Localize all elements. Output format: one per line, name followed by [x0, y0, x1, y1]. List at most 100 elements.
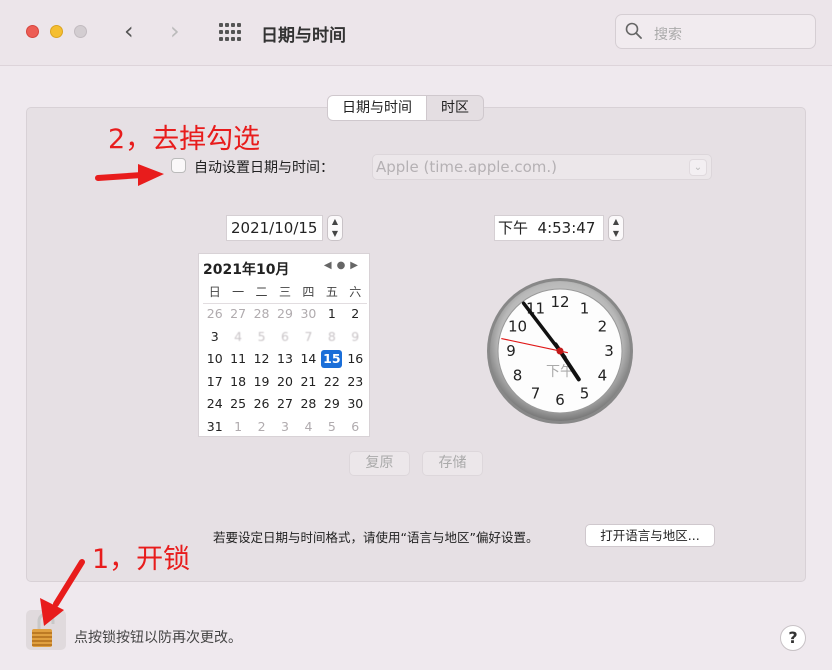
- arrow-right-icon: [95, 164, 164, 186]
- clock-number: 2: [598, 318, 608, 336]
- calendar-day[interactable]: 14: [297, 349, 320, 372]
- search-field[interactable]: 搜索: [615, 14, 816, 49]
- calendar-day[interactable]: 5: [250, 327, 273, 350]
- clock-number: 10: [508, 318, 527, 336]
- calendar-weekday: 二: [255, 285, 268, 299]
- save-button[interactable]: 存储: [422, 451, 483, 476]
- arrow-down-left-icon: [40, 559, 85, 626]
- calendar-day[interactable]: 16: [344, 349, 367, 372]
- calendar-day[interactable]: 31: [203, 417, 226, 440]
- calendar-day[interactable]: 5: [320, 417, 343, 440]
- calendar-day[interactable]: 6: [344, 417, 367, 440]
- calendar: 2021年10月 ◀●▶ 日一二三四五六 26 27 28 29 30 1 2 3 4 5 6 7 8 9…: [198, 253, 370, 437]
- calendar-day[interactable]: 27: [226, 304, 249, 327]
- calendar-day[interactable]: 30: [344, 394, 367, 417]
- calendar-day[interactable]: 3: [203, 327, 226, 350]
- calendar-weekday: 五: [325, 285, 338, 299]
- calendar-day[interactable]: 2: [250, 417, 273, 440]
- forward-button[interactable]: ›: [170, 18, 180, 44]
- calendar-month-header: 2021年10月: [203, 262, 290, 278]
- calendar-day[interactable]: 25: [226, 394, 249, 417]
- calendar-day[interactable]: 19: [250, 372, 273, 395]
- time-stepper[interactable]: ▲ ▼: [608, 215, 624, 241]
- help-button[interactable]: ?: [780, 625, 806, 651]
- calendar-day[interactable]: 23: [344, 372, 367, 395]
- calendar-day[interactable]: 20: [273, 372, 296, 395]
- calendar-day[interactable]: 13: [273, 349, 296, 372]
- clock-number: 6: [555, 391, 565, 409]
- calendar-day[interactable]: 18: [226, 372, 249, 395]
- calendar-day[interactable]: 8: [320, 327, 343, 350]
- clock-number: 5: [580, 384, 590, 402]
- calendar-day[interactable]: 21: [297, 372, 320, 395]
- calendar-day[interactable]: 28: [297, 394, 320, 417]
- calendar-day[interactable]: 2: [344, 304, 367, 327]
- minimize-window-button[interactable]: [50, 25, 63, 38]
- calendar-day[interactable]: 29: [320, 394, 343, 417]
- calendar-weekday: 四: [302, 285, 315, 299]
- clock-number: 3: [604, 342, 614, 360]
- tab-date-time[interactable]: 日期与时间: [328, 96, 427, 120]
- calendar-weekday: 三: [278, 285, 291, 299]
- title-bar: ‹ › 日期与时间 搜索: [0, 0, 832, 66]
- date-field[interactable]: 2021/10/15: [226, 215, 323, 241]
- calendar-day[interactable]: 7: [297, 327, 320, 350]
- open-language-region-button[interactable]: 打开语言与地区...: [585, 524, 715, 547]
- calendar-day[interactable]: 1: [226, 417, 249, 440]
- chevron-down-icon: ⌄: [689, 159, 707, 176]
- calendar-weekday: 日: [208, 285, 221, 299]
- auto-set-label: 自动设置日期与时间：: [194, 160, 334, 176]
- calendar-day[interactable]: 24: [203, 394, 226, 417]
- calendar-day[interactable]: 17: [203, 372, 226, 395]
- calendar-day[interactable]: 10: [203, 349, 226, 372]
- annotation-step2: 2，去掉勾选: [108, 124, 261, 155]
- calendar-day[interactable]: 4: [297, 417, 320, 440]
- stepper-up-icon[interactable]: ▲: [609, 216, 623, 228]
- calendar-day[interactable]: 27: [273, 394, 296, 417]
- show-all-grid-icon[interactable]: [219, 23, 241, 41]
- calendar-weekday: 一: [232, 285, 245, 299]
- calendar-day[interactable]: 11: [226, 349, 249, 372]
- clock-number: 1: [580, 300, 590, 318]
- calendar-day[interactable]: 15: [320, 349, 343, 372]
- calendar-day[interactable]: 29: [273, 304, 296, 327]
- lock-note: 点按锁按钮以防再次更改。: [74, 630, 242, 646]
- calendar-day[interactable]: 12: [250, 349, 273, 372]
- time-server-value: Apple (time.apple.com.): [376, 158, 558, 176]
- calendar-day[interactable]: 4: [226, 327, 249, 350]
- auto-set-checkbox[interactable]: [171, 158, 186, 173]
- calendar-day[interactable]: 26: [203, 304, 226, 327]
- calendar-day[interactable]: 6: [273, 327, 296, 350]
- calendar-day[interactable]: 3: [273, 417, 296, 440]
- chevron-left-icon: ‹: [124, 17, 134, 45]
- clock-number: 7: [531, 384, 541, 402]
- calendar-day[interactable]: 9: [344, 327, 367, 350]
- time-server-select: Apple (time.apple.com.) ⌄: [372, 154, 712, 180]
- calendar-day[interactable]: 22: [320, 372, 343, 395]
- stepper-down-icon[interactable]: ▼: [328, 228, 342, 240]
- calendar-nav-controls[interactable]: ◀●▶: [324, 260, 363, 271]
- chevron-right-icon: ›: [170, 17, 180, 45]
- close-window-button[interactable]: [26, 25, 39, 38]
- search-placeholder: 搜索: [654, 27, 682, 43]
- calendar-weekday: 六: [349, 285, 362, 299]
- calendar-day[interactable]: 28: [250, 304, 273, 327]
- format-note: 若要设定日期与时间格式，请使用“语言与地区”偏好设置。: [213, 530, 539, 545]
- annotation-step1: 1，开锁: [92, 544, 191, 575]
- zoom-window-button[interactable]: [74, 25, 87, 38]
- calendar-day[interactable]: 26: [250, 394, 273, 417]
- time-field[interactable]: 下午 4:53:47: [494, 215, 604, 241]
- date-stepper[interactable]: ▲ ▼: [327, 215, 343, 241]
- calendar-day[interactable]: 30: [297, 304, 320, 327]
- stepper-up-icon[interactable]: ▲: [328, 216, 342, 228]
- back-button[interactable]: ‹: [124, 18, 134, 44]
- revert-button[interactable]: 复原: [349, 451, 410, 476]
- calendar-day-grid: 26 27 28 29 30 1 2 3 4 5 6 7 8 9 10 11 12 13 14 15 16 17 18 19 2…: [203, 304, 367, 439]
- analog-clock: 12 1234567891011 下午: [487, 278, 633, 424]
- stepper-down-icon[interactable]: ▼: [609, 228, 623, 240]
- calendar-day[interactable]: 1: [320, 304, 343, 327]
- clock-number: 12: [550, 293, 569, 311]
- search-icon: [625, 22, 642, 39]
- tab-time-zone[interactable]: 时区: [427, 96, 483, 120]
- clock-number: 9: [506, 342, 516, 360]
